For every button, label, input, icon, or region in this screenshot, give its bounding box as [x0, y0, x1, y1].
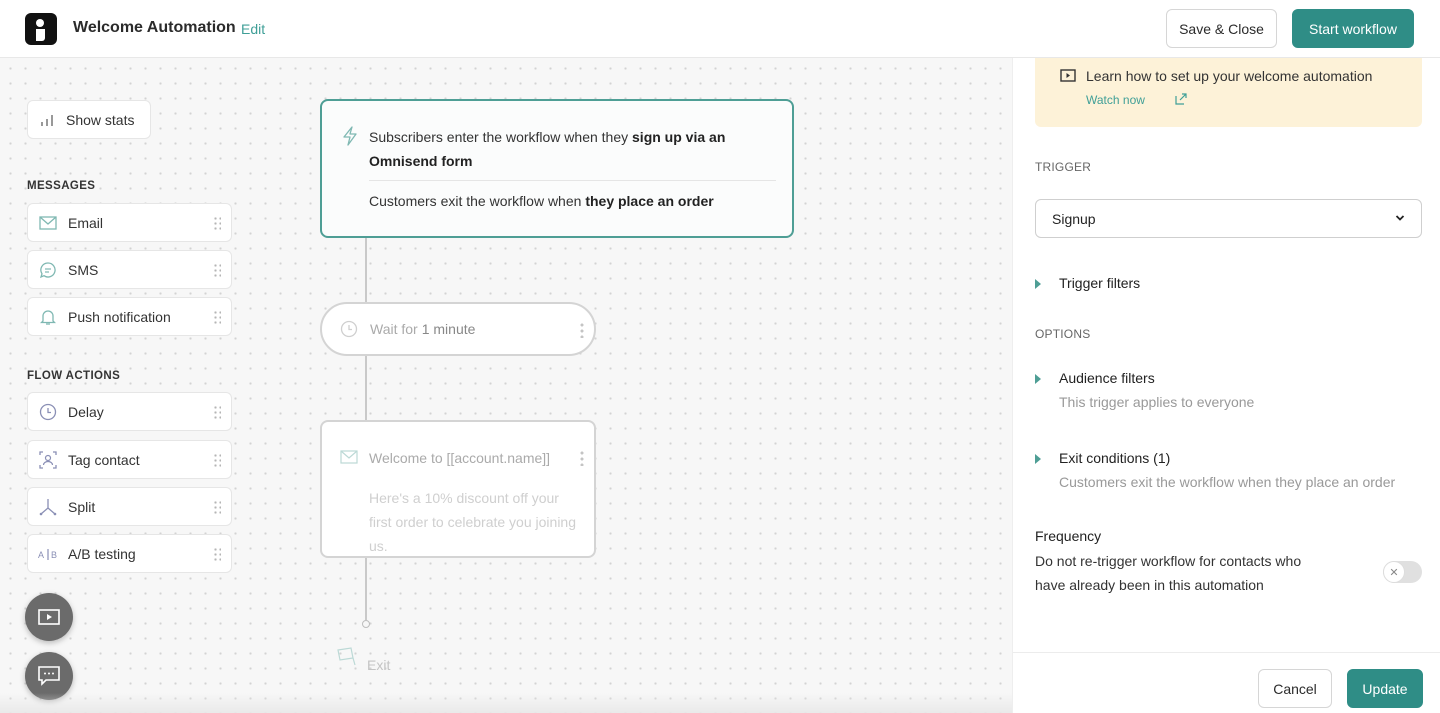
lightning-icon [343, 126, 357, 146]
trigger-entry-text: Subscribers enter the workflow when they… [369, 129, 726, 169]
drag-handle-icon[interactable] [213, 453, 221, 468]
palette-item-label: SMS [68, 261, 99, 278]
envelope-icon [38, 213, 58, 233]
trigger-heading: TRIGGER [1035, 160, 1092, 174]
palette-item-delay[interactable]: Delay [27, 392, 232, 431]
video-play-icon [38, 609, 60, 625]
flow-connector [365, 356, 367, 420]
email-preview: Here's a 10% discount off your first ord… [369, 490, 576, 554]
trigger-select[interactable]: Signup [1035, 199, 1422, 238]
external-link-icon[interactable] [1175, 93, 1187, 105]
watch-now-link[interactable]: Watch now [1086, 93, 1145, 107]
drag-handle-icon[interactable] [213, 263, 221, 278]
expand-arrow-icon[interactable] [1035, 279, 1041, 289]
palette-item-ab-testing[interactable]: AB A/B testing [27, 534, 232, 573]
bell-icon [38, 307, 58, 327]
audience-filters-label[interactable]: Audience filters [1059, 370, 1155, 386]
start-workflow-button[interactable]: Start workflow [1292, 9, 1414, 48]
save-close-button[interactable]: Save & Close [1166, 9, 1277, 48]
more-options-icon[interactable] [580, 322, 584, 338]
settings-panel: Learn how to set up your welcome automat… [1012, 58, 1440, 713]
drag-handle-icon[interactable] [213, 547, 221, 562]
omnisend-logo[interactable] [25, 13, 57, 45]
exit-label: Exit [367, 657, 391, 673]
palette-item-label: A/B testing [68, 545, 136, 562]
palette-item-label: Tag contact [68, 451, 140, 468]
trigger-node[interactable]: Subscribers enter the workflow when they… [320, 99, 794, 238]
drag-handle-icon[interactable] [213, 310, 221, 325]
delay-value: 1 minute [421, 321, 476, 337]
palette-item-label: Split [68, 498, 96, 515]
canvas-bottom-fade [0, 693, 1012, 713]
flow-actions-heading: FLOW ACTIONS [27, 370, 121, 382]
svg-text:B: B [51, 550, 57, 560]
trigger-exit-text: Customers exit the workflow when they pl… [369, 193, 714, 209]
palette-item-label: Push notification [68, 308, 171, 325]
chat-icon [38, 666, 60, 686]
palette-item-push-notification[interactable]: Push notification [27, 297, 232, 336]
close-icon: ✕ [1383, 561, 1405, 583]
options-heading: OPTIONS [1035, 327, 1091, 341]
top-bar: Welcome Automation Edit Save & Close Sta… [0, 0, 1440, 58]
video-icon [1060, 69, 1076, 82]
frequency-toggle[interactable]: ✕ [1383, 561, 1422, 583]
exit-conditions-desc: Customers exit the workflow when they pl… [1059, 474, 1396, 490]
flow-connector [365, 238, 367, 302]
palette-item-label: Email [68, 214, 104, 231]
divider [369, 180, 776, 181]
show-stats-button[interactable]: Show stats [27, 100, 151, 139]
show-stats-label: Show stats [66, 111, 135, 128]
tutorial-banner: Learn how to set up your welcome automat… [1035, 58, 1422, 127]
palette-item-label: Delay [68, 403, 104, 420]
drag-handle-icon[interactable] [213, 405, 221, 420]
update-button[interactable]: Update [1347, 669, 1423, 708]
flow-end-dot [362, 620, 370, 628]
drag-handle-icon[interactable] [213, 500, 221, 515]
cancel-button[interactable]: Cancel [1258, 669, 1332, 708]
palette-item-tag-contact[interactable]: Tag contact [27, 440, 232, 479]
delay-node[interactable]: Wait for 1 minute [320, 302, 596, 356]
palette-item-email[interactable]: Email [27, 203, 232, 242]
chat-bubble-icon [38, 260, 58, 280]
more-options-icon[interactable] [580, 450, 584, 466]
video-tutorial-button[interactable] [25, 593, 73, 641]
expand-arrow-icon[interactable] [1035, 454, 1041, 464]
palette-item-split[interactable]: Split [27, 487, 232, 526]
clock-icon [340, 320, 358, 338]
ab-icon: AB [38, 544, 58, 564]
palette-item-sms[interactable]: SMS [27, 250, 232, 289]
chevron-down-icon [1395, 215, 1405, 221]
tag-contact-icon [38, 450, 58, 470]
envelope-icon [340, 450, 358, 464]
trigger-select-value: Signup [1052, 210, 1096, 227]
frequency-title: Frequency [1035, 528, 1102, 544]
bar-chart-icon [41, 114, 53, 126]
email-node[interactable]: Welcome to [[account.name]] Here's a 10%… [320, 420, 596, 558]
delay-prefix: Wait for [370, 321, 418, 337]
workflow-title: Welcome Automation [73, 19, 236, 36]
email-subject: Welcome to [[account.name]] [369, 450, 551, 466]
drag-handle-icon[interactable] [213, 216, 221, 231]
exit-conditions-label[interactable]: Exit conditions (1) [1059, 450, 1170, 466]
tutorial-text: Learn how to set up your welcome automat… [1086, 68, 1373, 84]
edit-title-link[interactable]: Edit [241, 21, 265, 37]
frequency-desc: Do not re-trigger workflow for contacts … [1035, 553, 1302, 593]
flow-connector [365, 558, 367, 620]
audience-filters-desc: This trigger applies to everyone [1059, 394, 1255, 410]
split-icon [38, 497, 58, 517]
expand-arrow-icon[interactable] [1035, 374, 1041, 384]
clock-icon [38, 402, 58, 422]
panel-footer: Cancel Update [1013, 652, 1440, 713]
svg-text:A: A [38, 550, 44, 560]
trigger-filters-label[interactable]: Trigger filters [1059, 275, 1140, 291]
messages-heading: MESSAGES [27, 180, 96, 192]
flag-icon [337, 647, 356, 666]
